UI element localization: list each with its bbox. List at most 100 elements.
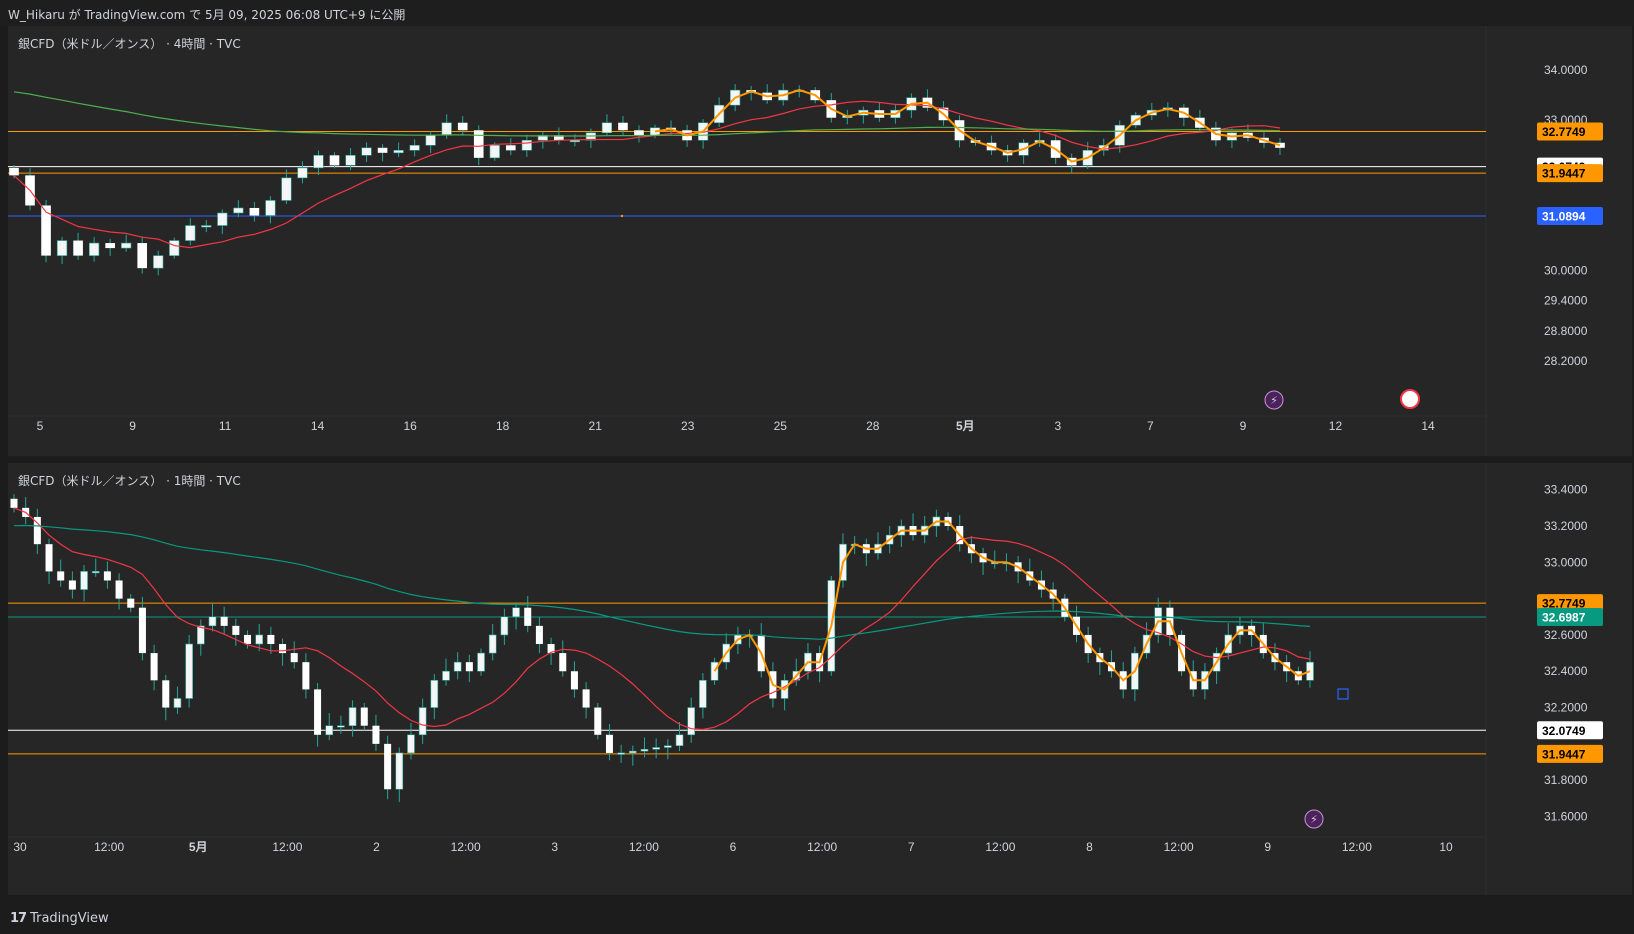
candle-body: [297, 167, 308, 179]
candle-body: [569, 139, 580, 143]
candle-body: [605, 734, 613, 753]
candle-body: [89, 242, 100, 256]
candle-body: [105, 243, 115, 249]
x-tick-label: 2: [373, 840, 380, 854]
candle-body: [524, 607, 532, 626]
candle-body: [442, 670, 450, 681]
x-tick-label: 10: [1439, 840, 1453, 854]
zigzag-wave-line: [654, 89, 1281, 163]
y-tick-label: 32.6000: [1544, 628, 1588, 642]
candle-body: [652, 747, 660, 750]
x-tick-label: 12:00: [629, 840, 659, 854]
candle-body: [465, 662, 473, 672]
x-tick-label: 12:00: [94, 840, 124, 854]
y-tick-label: 33.2000: [1544, 519, 1588, 533]
candle-body: [687, 707, 695, 736]
x-tick-label: 5月: [956, 419, 975, 433]
x-tick-label: 18: [496, 419, 510, 433]
candle-body: [138, 607, 146, 654]
y-tick-label: 28.2000: [1544, 354, 1588, 368]
candle-body: [91, 571, 100, 574]
candle-body: [395, 752, 404, 790]
candle-body: [103, 571, 111, 581]
candle-body: [121, 242, 132, 249]
brand[interactable]: 17 TradingView: [10, 911, 109, 926]
candle-body: [197, 625, 205, 645]
x-tick-label: 7: [1147, 419, 1154, 433]
candle-body: [217, 212, 228, 226]
candle-body: [68, 580, 76, 590]
candle-body: [220, 616, 228, 626]
candle-body: [361, 147, 372, 156]
candle-body: [73, 240, 83, 256]
candle-body: [281, 177, 292, 201]
x-tick-label: 30: [13, 840, 27, 854]
candle-body: [418, 707, 427, 736]
candle-body: [290, 653, 298, 663]
candle-body: [407, 734, 415, 754]
candle-body: [208, 616, 217, 627]
price-label-text: 32.6987: [1542, 611, 1586, 625]
candle-body: [10, 498, 18, 508]
chart-4h-svg[interactable]: 34.000033.000030.000029.400028.800028.20…: [8, 26, 1632, 456]
moving-average-slow: [13, 524, 1311, 640]
candle-body: [232, 625, 240, 635]
price-label-text: 32.7749: [1542, 125, 1586, 139]
candle-body: [488, 634, 497, 654]
candle-body: [473, 130, 484, 158]
candle-body: [313, 155, 324, 169]
candle-body: [441, 122, 452, 136]
candle-body: [244, 634, 252, 645]
drawing-handle: [1337, 688, 1349, 700]
chart-panel-1h[interactable]: 33.4000 33.2000 33.0000 32.6000 32.4000 32.20…: [8, 463, 1632, 895]
x-tick-label: 14: [1421, 419, 1435, 433]
x-tick-label: 12:00: [1164, 840, 1194, 854]
lightning-glyph: ⚡: [1270, 394, 1278, 407]
x-tick-label: 11: [219, 419, 232, 433]
candle-body: [115, 580, 123, 599]
x-tick-label: 5: [37, 419, 44, 433]
candle-body: [249, 207, 260, 216]
y-tick-label: 30.0000: [1544, 264, 1588, 278]
candle-body: [169, 240, 180, 256]
chart-panel-4h[interactable]: 34.0000 33.0000 30.0000 29.4000 28.8000 28.20…: [8, 26, 1632, 456]
x-tick-label: 12:00: [451, 840, 481, 854]
candle-body: [267, 634, 275, 645]
candle-body: [137, 243, 148, 269]
candle-body: [173, 698, 182, 708]
candle-body: [325, 725, 334, 736]
candle-body: [617, 752, 625, 755]
candle-body: [201, 225, 212, 228]
x-tick-label: 12: [1329, 419, 1343, 433]
candle-body: [409, 144, 420, 151]
candle-body: [535, 625, 543, 645]
candle-body: [162, 680, 170, 708]
candle-body: [477, 652, 485, 672]
candle-body: [594, 707, 602, 735]
x-tick-label: 12:00: [985, 840, 1015, 854]
x-tick-label: 21: [589, 419, 603, 433]
y-tick-label: 31.6000: [1544, 809, 1588, 823]
moving-average-fast: [13, 507, 1311, 731]
chart-1h-svg[interactable]: 33.4000 33.2000 33.0000 32.6000 32.4000 32.20…: [8, 463, 1632, 895]
candle-body: [393, 150, 404, 154]
tradingview-logo-icon: 17: [10, 911, 27, 926]
x-tick-label: 12:00: [807, 840, 837, 854]
x-tick-label: 3: [1055, 419, 1062, 433]
candle-body: [360, 707, 368, 726]
candle-body: [699, 680, 707, 708]
x-tick-label: 9: [1240, 419, 1247, 433]
brand-name: TradingView: [30, 911, 109, 926]
x-tick-label: 12:00: [272, 840, 302, 854]
candle-body: [601, 122, 613, 134]
x-tick-label: 12:00: [1342, 840, 1372, 854]
x-tick-label: 16: [403, 419, 417, 433]
candle-body: [255, 634, 263, 645]
candle-body: [500, 616, 509, 636]
candle-body: [57, 571, 65, 581]
candle-body: [337, 725, 345, 728]
marker-dot: [620, 214, 624, 218]
x-tick-label: 7: [908, 840, 915, 854]
x-tick-label: 25: [774, 419, 788, 433]
candle-body: [41, 205, 51, 256]
